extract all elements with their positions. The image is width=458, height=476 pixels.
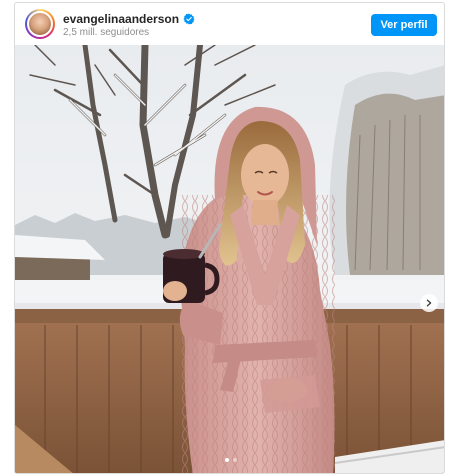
verified-badge-icon <box>183 13 195 25</box>
carousel-next-button[interactable] <box>420 294 438 312</box>
instagram-post-card: evangelinaanderson 2,5 mill. seguidores … <box>14 2 445 474</box>
carousel-dot-active <box>224 458 229 462</box>
carousel-indicator <box>15 458 444 462</box>
follower-count: 2,5 mill. seguidores <box>63 27 150 38</box>
chevron-right-icon <box>426 299 432 307</box>
profile-avatar[interactable] <box>27 11 53 37</box>
view-profile-button[interactable]: Ver perfil <box>371 14 437 36</box>
post-header: evangelinaanderson 2,5 mill. seguidores … <box>15 3 444 45</box>
username-link[interactable]: evangelinaanderson <box>63 12 179 26</box>
photo-illustration <box>15 45 444 473</box>
carousel-dot <box>232 458 237 462</box>
post-photo[interactable] <box>15 45 444 473</box>
username-row: evangelinaanderson <box>63 11 195 27</box>
story-ring[interactable] <box>25 9 55 39</box>
